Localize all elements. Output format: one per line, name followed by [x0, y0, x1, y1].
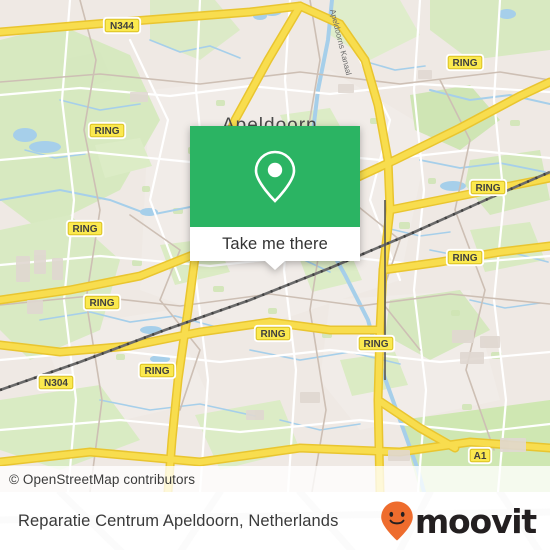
- popup-tail-arrow: [265, 261, 285, 270]
- moovit-smiley-pin-icon: [381, 501, 413, 541]
- location-popup-card[interactable]: Take me there: [190, 126, 360, 270]
- map-canvas[interactable]: Apeldoorn Apeldoorns Kanaal N344RINGRING…: [0, 0, 550, 492]
- road-shield: A1: [467, 446, 493, 465]
- map-pin-icon: [254, 150, 296, 203]
- road-shield: RING: [445, 53, 485, 72]
- road-shield-label: N344: [110, 21, 134, 32]
- road-shield: RING: [82, 293, 122, 312]
- road-shield-label: RING: [95, 126, 120, 137]
- road-shield: RING: [65, 219, 105, 238]
- road-shield: N344: [102, 16, 142, 35]
- road-shield-label: A1: [474, 451, 487, 462]
- road-shield: N304: [36, 373, 76, 392]
- road-shield-label: RING: [145, 366, 170, 377]
- road-shield-label: RING: [73, 224, 98, 235]
- popup-icon-panel: [190, 126, 360, 227]
- take-me-there-label: Take me there: [222, 234, 328, 253]
- road-shield-label: N304: [44, 378, 68, 389]
- location-card-page: Apeldoorn Apeldoorns Kanaal N344RINGRING…: [0, 0, 550, 550]
- road-shield: RING: [445, 248, 485, 267]
- attribution-text: © OpenStreetMap contributors: [9, 471, 196, 487]
- map-attribution-bar: © OpenStreetMap contributors: [0, 466, 550, 492]
- road-shield: RING: [87, 121, 127, 140]
- road-shield-label: RING: [453, 253, 478, 264]
- road-shield: RING: [468, 178, 508, 197]
- road-shield: RING: [137, 361, 177, 380]
- take-me-there-button[interactable]: Take me there: [190, 227, 360, 270]
- footer-bar: Reparatie Centrum Apeldoorn, Netherlands…: [0, 492, 550, 550]
- road-shield-label: RING: [261, 329, 286, 340]
- road-shield-label: RING: [453, 58, 478, 69]
- road-shield-label: RING: [476, 183, 501, 194]
- road-shield-label: RING: [364, 339, 389, 350]
- road-shield-label: RING: [90, 298, 115, 309]
- road-shield: RING: [253, 324, 293, 343]
- moovit-wordmark: moovit: [414, 501, 537, 541]
- moovit-logo[interactable]: moovit: [380, 500, 537, 542]
- location-title: Reparatie Centrum Apeldoorn, Netherlands: [18, 511, 339, 530]
- road-shield: RING: [356, 334, 396, 353]
